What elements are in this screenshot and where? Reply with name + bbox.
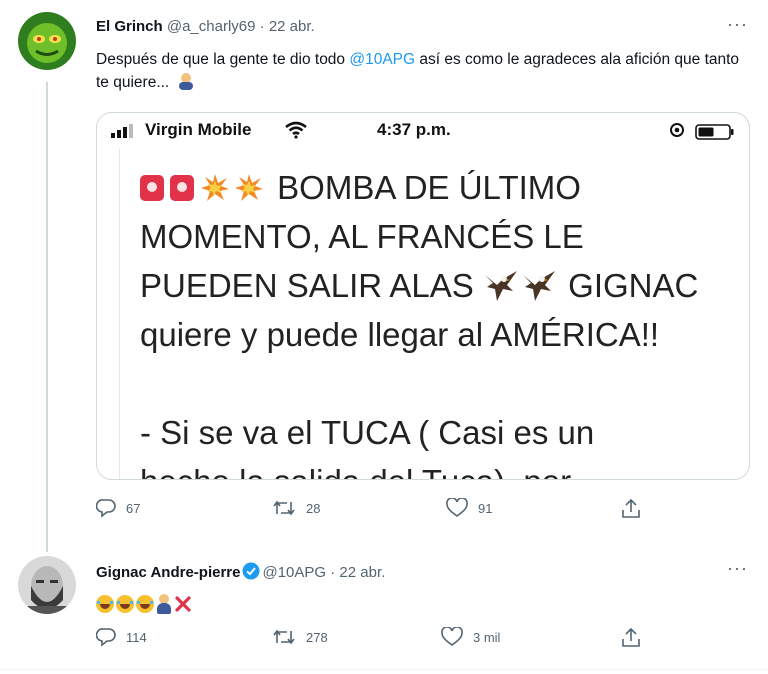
tweet-1-actions: 67 28 91 (96, 498, 656, 524)
tweet-1-text: Después de que la gente te dio todo @10A… (96, 48, 746, 94)
tweet-2-text (96, 592, 192, 616)
tweet-1-header: El Grinch @a_charly69 · 22 abr. (96, 18, 315, 35)
status-time: 4:37 p.m. (377, 120, 451, 139)
reply-count: 114 (126, 629, 147, 645)
siren-emoji-icon (170, 175, 194, 201)
phone-status-bar: Virgin Mobile 4:37 p.m. (97, 113, 749, 149)
thread-line (46, 82, 48, 552)
like-button[interactable]: 3 mil (441, 627, 500, 647)
rotation-lock-icon (670, 123, 684, 137)
eagle-emoji-icon (484, 271, 517, 301)
cross-mark-emoji-icon (175, 596, 191, 612)
collision-emoji-icon (201, 174, 229, 201)
facepalm-emoji-icon (178, 73, 193, 90)
verified-icon (242, 562, 260, 580)
siren-emoji-icon (140, 175, 164, 201)
screenshot-line: hecho la salida del Tuca), por (140, 457, 730, 479)
tweet-date[interactable]: 22 abr. (269, 18, 315, 35)
screenshot-line: quiere y puede llegar al AMÉRICA!! (140, 316, 660, 353)
carrier-name: Virgin Mobile (145, 120, 252, 139)
reply-button[interactable]: 67 (96, 498, 140, 518)
share-icon (622, 498, 640, 518)
tears-of-joy-emoji-icon (136, 595, 154, 613)
retweet-icon (273, 500, 295, 516)
share-icon (622, 627, 640, 647)
facepalm-emoji-icon (156, 594, 172, 614)
avatar-gignac[interactable] (18, 556, 76, 614)
screenshot-line-text: BOMBA DE ÚLTIMO (277, 169, 581, 206)
retweet-button[interactable]: 278 (272, 627, 328, 647)
display-name[interactable]: Gignac Andre-pierre (96, 564, 240, 581)
tweet-1: El Grinch @a_charly69 · 22 abr. ··· Desp… (0, 0, 768, 552)
more-options-button[interactable]: ··· (727, 14, 748, 35)
share-button[interactable] (621, 627, 641, 649)
screenshot-line: MOMENTO, AL FRANCÉS LE (140, 218, 584, 255)
separator: · (330, 564, 336, 581)
collision-emoji-icon (235, 174, 263, 201)
tears-of-joy-emoji-icon (116, 595, 134, 613)
tears-of-joy-emoji-icon (96, 595, 114, 613)
handle[interactable]: @a_charly69 (167, 18, 256, 35)
tweet-2-header: Gignac Andre-pierre @10APG · 22 abr. (96, 562, 385, 581)
battery-icon (695, 124, 734, 140)
reply-icon (96, 499, 116, 518)
screenshot-line-text: PUEDEN SALIR ALAS (140, 267, 474, 304)
phone-screen: BOMBA DE ÚLTIMO MOMENTO, AL FRANCÉS LE P… (119, 149, 748, 479)
like-icon (446, 498, 468, 517)
eagle-emoji-icon (522, 271, 555, 301)
mention-link[interactable]: @10APG (349, 51, 415, 68)
share-button[interactable] (621, 498, 641, 520)
like-icon (441, 627, 463, 646)
like-button[interactable]: 91 (446, 498, 492, 518)
bottom-divider (0, 669, 768, 670)
handle[interactable]: @10APG (262, 564, 326, 581)
more-options-button[interactable]: ··· (727, 558, 748, 579)
reply-icon (96, 628, 116, 647)
screenshot-text: BOMBA DE ÚLTIMO MOMENTO, AL FRANCÉS LE P… (140, 163, 730, 479)
retweet-count: 28 (306, 500, 321, 516)
tweet-text-part: Después de que la gente te dio todo (96, 51, 350, 68)
separator: · (259, 18, 265, 35)
like-count: 91 (478, 500, 493, 516)
avatar-el-grinch[interactable] (18, 12, 76, 70)
retweet-button[interactable]: 28 (272, 498, 320, 518)
wifi-icon (285, 121, 307, 139)
attached-image[interactable]: Virgin Mobile 4:37 p.m. BOMBA DE ÚLTIMO (96, 112, 750, 480)
retweet-icon (273, 629, 295, 645)
screenshot-line: - Si se va el TUCA ( Casi es un (140, 414, 595, 451)
screenshot-line: BOMBA DE ÚLTIMO (140, 163, 730, 212)
tweet-2-actions: 114 278 3 mil (96, 627, 656, 653)
signal-icon (111, 124, 133, 138)
screenshot-line-text: GIGNAC (568, 267, 699, 304)
retweet-count: 278 (306, 629, 328, 645)
display-name[interactable]: El Grinch (96, 18, 163, 35)
tweet-date[interactable]: 22 abr. (339, 564, 385, 581)
like-count: 3 mil (473, 629, 501, 645)
reply-count: 67 (126, 500, 141, 516)
reply-button[interactable]: 114 (96, 627, 147, 647)
screenshot-line: PUEDEN SALIR ALAS GIGNAC (140, 261, 730, 310)
